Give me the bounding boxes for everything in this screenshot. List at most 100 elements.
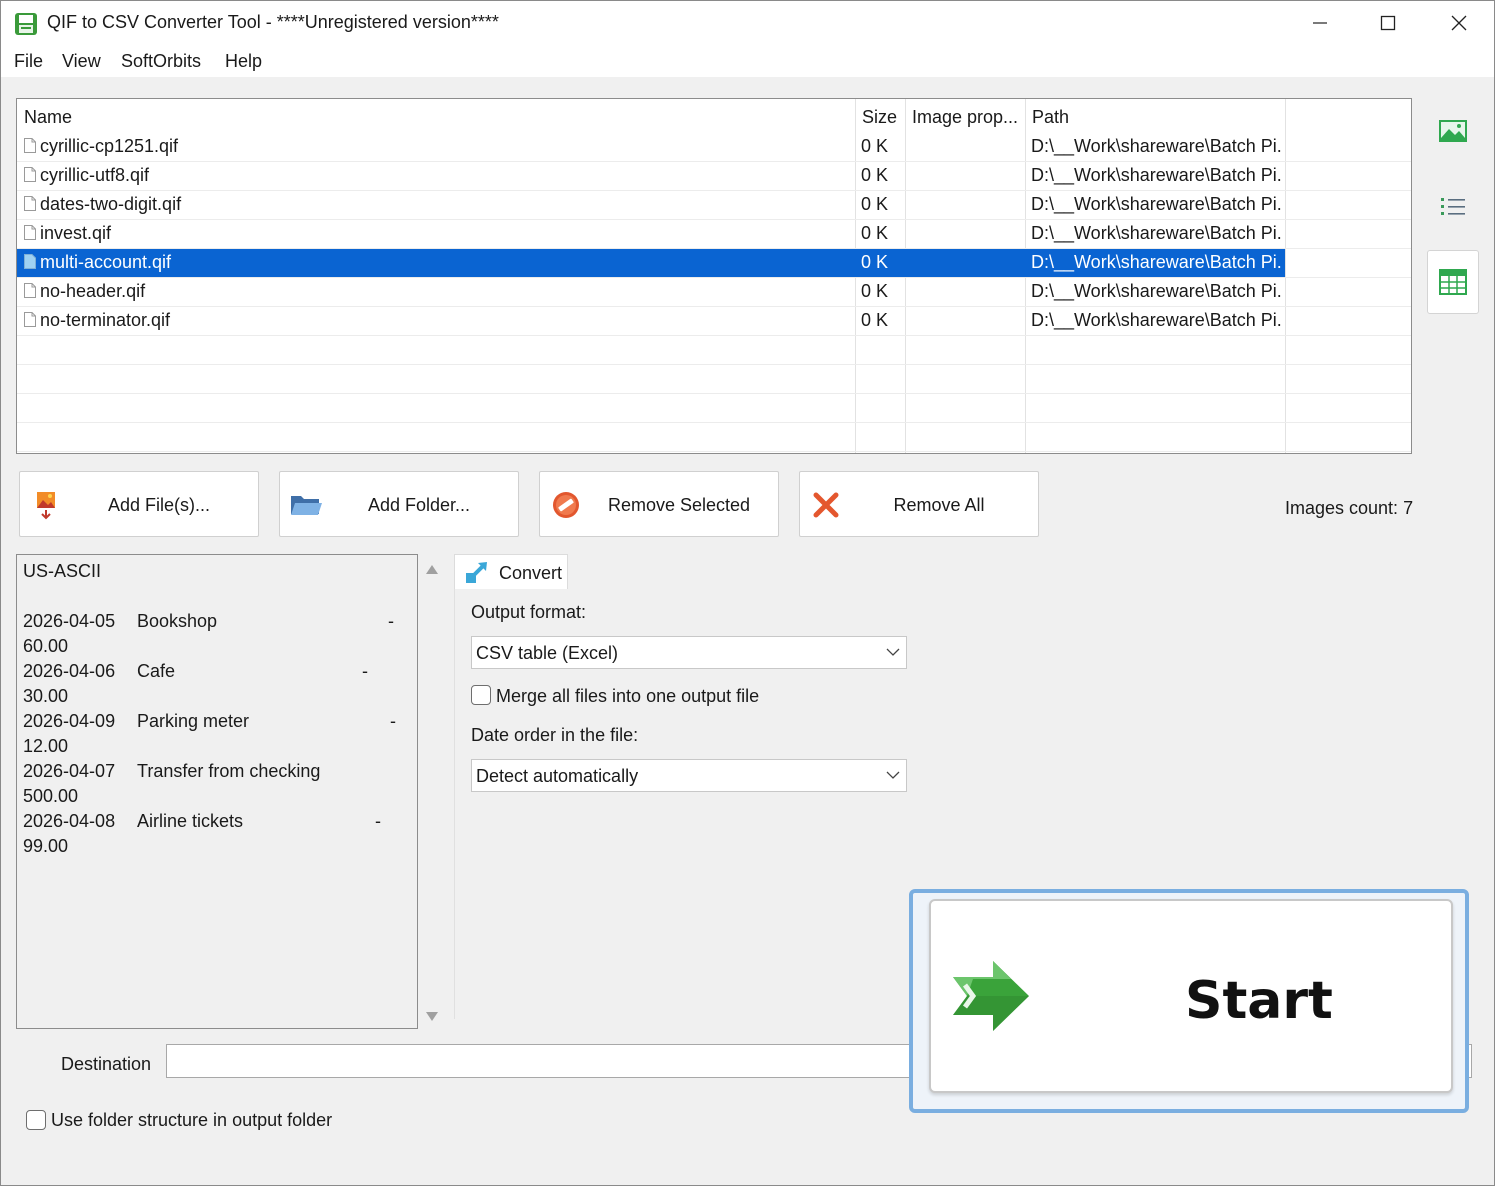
chevron-down-icon — [886, 648, 900, 656]
cell-path: D:\__Work\shareware\Batch Pi... — [1031, 223, 1283, 243]
use-folder-structure-checkbox[interactable] — [26, 1110, 46, 1130]
table-row[interactable]: cyrillic-cp1251.qif 0 K D:\__Work\sharewar… — [17, 132, 1285, 161]
add-folder-button[interactable]: Add Folder... — [279, 471, 519, 537]
title-bar: QIF to CSV Converter Tool - ****Unregist… — [1, 1, 1494, 45]
table-row[interactable]: multi-account.qif 0 K D:\__Work\shareware\… — [17, 248, 1285, 277]
remove-selected-button[interactable]: Remove Selected — [539, 471, 779, 537]
column-header-name[interactable]: Name — [17, 99, 855, 135]
app-window: QIF to CSV Converter Tool - ****Unregist… — [0, 0, 1495, 1186]
merge-files-label[interactable]: Merge all files into one output file — [496, 686, 759, 707]
menu-softorbits[interactable]: SoftOrbits — [121, 51, 201, 72]
start-label: Start — [1185, 971, 1333, 1031]
folder-open-icon — [291, 496, 322, 515]
file-icon — [24, 225, 36, 240]
add-image-file-icon — [37, 492, 55, 520]
menu-bar: File View SoftOrbits Help — [1, 45, 1494, 77]
cell-size: 0 K — [861, 165, 889, 185]
cell-size: 0 K — [861, 223, 889, 243]
preview-amount: 500.00 — [23, 786, 79, 806]
maximize-icon — [1380, 15, 1396, 31]
table-row[interactable]: dates-two-digit.qif 0 K D:\__Work\sharewar… — [17, 190, 1285, 219]
cell-name: no-header.qif — [40, 281, 146, 301]
list-view-button[interactable] — [1427, 175, 1479, 239]
date-order-select[interactable]: Detect automatically — [471, 759, 907, 792]
output-format-value: CSV table (Excel) — [476, 643, 619, 663]
file-icon — [24, 283, 36, 298]
scroll-down-icon[interactable] — [425, 1011, 439, 1023]
cell-name: dates-two-digit.qif — [40, 194, 182, 214]
row-divider — [17, 248, 1411, 249]
remove-selected-label: Remove Selected — [607, 495, 751, 515]
add-folder-label: Add Folder... — [367, 495, 471, 515]
app-logo-icon — [15, 13, 37, 35]
cell-path: D:\__Work\shareware\Batch Pi... — [1031, 136, 1283, 156]
images-count: Images count: 7 — [1285, 498, 1414, 518]
merge-files-checkbox[interactable] — [471, 685, 491, 705]
row-divider — [17, 364, 1411, 365]
table-row[interactable]: no-terminator.qif 0 K D:\__Work\shareware\… — [17, 306, 1285, 335]
output-format-select[interactable]: CSV table (Excel) — [471, 636, 907, 669]
menu-help[interactable]: Help — [225, 51, 262, 72]
file-icon — [24, 167, 36, 182]
chevron-down-icon — [886, 771, 900, 779]
remove-icon — [553, 492, 579, 518]
table-row[interactable]: cyrillic-utf8.qif 0 K D:\__Work\shareware\… — [17, 161, 1285, 190]
use-folder-structure-label[interactable]: Use folder structure in output folder — [51, 1110, 332, 1131]
start-arrow-icon — [953, 961, 1029, 1031]
cell-name: multi-account.qif — [40, 252, 172, 272]
remove-all-button[interactable]: Remove All — [799, 471, 1039, 537]
preview-description: Transfer from checking — [137, 761, 321, 781]
cell-path: D:\__Work\shareware\Batch Pi... — [1031, 281, 1283, 301]
row-divider — [17, 277, 1411, 278]
scroll-up-icon[interactable] — [425, 563, 439, 575]
preview-description: Airline tickets — [137, 811, 244, 831]
convert-arrows-icon — [466, 562, 487, 583]
row-divider — [17, 393, 1411, 394]
column-header-path[interactable]: Path — [1025, 99, 1285, 135]
file-preview[interactable]: US-ASCII 2026-04-05 Bookshop - 60.00 2026-04… — [16, 554, 418, 1029]
table-row[interactable]: no-header.qif 0 K D:\__Work\shareware\Batc… — [17, 277, 1285, 306]
column-header-image-properties[interactable]: Image prop... — [905, 99, 1025, 135]
cell-size: 0 K — [861, 136, 889, 156]
row-divider — [17, 306, 1411, 307]
remove-all-label: Remove All — [893, 495, 985, 515]
add-files-button[interactable]: Add File(s)... — [19, 471, 259, 537]
minimize-icon — [1313, 22, 1327, 24]
preview-date: 2026-04-08 — [23, 811, 116, 831]
menu-file[interactable]: File — [14, 51, 43, 72]
preview-sign: - — [388, 611, 394, 631]
destination-label: Destination — [61, 1054, 152, 1074]
close-button[interactable] — [1424, 1, 1494, 45]
row-divider — [17, 219, 1411, 220]
menu-view[interactable]: View — [62, 51, 101, 72]
cell-name: no-terminator.qif — [40, 310, 171, 330]
cell-path: D:\__Work\shareware\Batch Pi... — [1031, 165, 1283, 185]
add-files-label: Add File(s)... — [107, 495, 211, 515]
tab-convert[interactable]: Convert — [454, 554, 568, 589]
table-view-icon — [1439, 269, 1467, 295]
list-view-icon — [1441, 198, 1465, 215]
date-order-label: Date order in the file: — [471, 725, 639, 745]
preview-sign: - — [375, 811, 381, 831]
cell-size: 0 K — [861, 310, 889, 330]
file-icon — [24, 138, 36, 153]
cell-path: D:\__Work\shareware\Batch Pi... — [1031, 310, 1283, 330]
file-list[interactable]: Name Size Image prop... Path cyrillic-cp… — [16, 98, 1412, 454]
file-icon — [24, 196, 36, 211]
column-header-size[interactable]: Size — [855, 99, 905, 135]
preview-amount: 99.00 — [23, 836, 69, 856]
row-divider — [17, 335, 1411, 336]
minimize-button[interactable] — [1285, 1, 1355, 45]
cell-size: 0 K — [861, 252, 889, 272]
table-row[interactable]: invest.qif 0 K D:\__Work\shareware\Batch P… — [17, 219, 1285, 248]
cell-size: 0 K — [861, 281, 889, 301]
preview-description: Parking meter — [137, 711, 250, 731]
table-view-button[interactable] — [1427, 250, 1479, 314]
preview-sign: - — [362, 661, 368, 681]
output-format-label: Output format: — [471, 602, 587, 622]
start-button[interactable]: Start — [929, 899, 1453, 1093]
delete-x-icon — [813, 492, 839, 518]
image-view-button[interactable] — [1427, 99, 1479, 163]
maximize-button[interactable] — [1353, 1, 1423, 45]
cell-name: invest.qif — [40, 223, 112, 243]
